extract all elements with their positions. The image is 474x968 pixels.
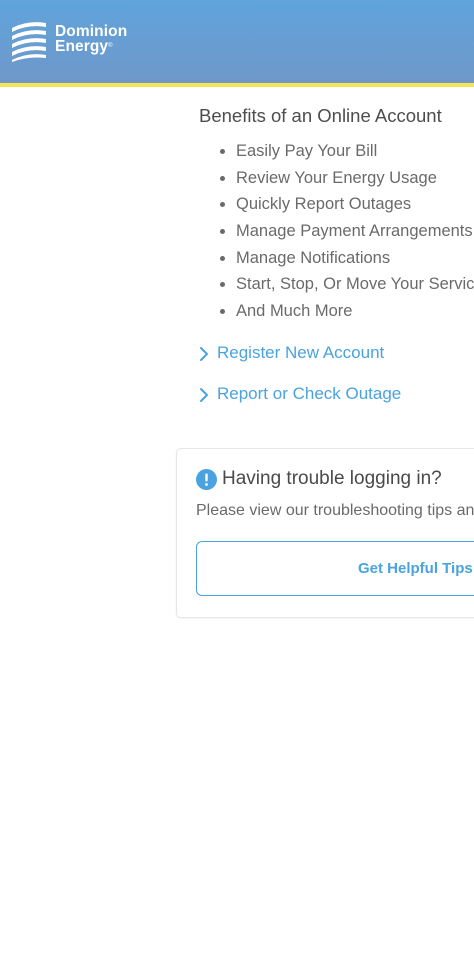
list-item-label: And Much More [236, 302, 353, 321]
register-link-label: Register New Account [217, 343, 385, 362]
outage-link-label: Report or Check Outage [217, 384, 402, 403]
list-item: Easily Pay Your Bill [220, 140, 474, 167]
bullet [220, 282, 225, 288]
list-item-label: Review Your Energy Usage [236, 168, 437, 187]
logo-wordmark: Dominion Energy® [55, 23, 128, 55]
list-item: Manage Payment Arrangements [220, 220, 474, 247]
bullet [220, 202, 225, 208]
get-helpful-tips-label: Get Helpful Tips [358, 560, 473, 577]
register-new-account-link[interactable]: Register New Account [199, 343, 459, 365]
card-title: Having trouble logging in? [222, 468, 442, 489]
list-item-label: Easily Pay Your Bill [236, 142, 378, 160]
get-helpful-tips-button[interactable]: Get Helpful Tips [196, 541, 474, 596]
list-item-label: Start, Stop, Or Move Your Service [236, 275, 474, 294]
dominion-stripes-icon [12, 22, 46, 62]
card-description: Please view our troubleshooting tips and [196, 502, 474, 519]
benefits-title: Benefits of an Online Account [199, 105, 442, 126]
list-item-label: Manage Payment Arrangements [236, 222, 473, 241]
trouble-logging-in-card: Having trouble logging in? Please view o… [176, 448, 474, 618]
site-header: Dominion Energy® [0, 0, 474, 83]
report-outage-link[interactable]: Report or Check Outage [199, 384, 459, 406]
bullet [220, 175, 225, 181]
list-item: Quickly Report Outages [220, 193, 474, 220]
logo-line-1: Dominion [55, 23, 128, 40]
chevron-right-icon [200, 388, 208, 402]
logo-line-2-text: Energy [55, 38, 109, 55]
chevron-right-icon [200, 347, 208, 361]
list-item-label: Quickly Report Outages [236, 195, 412, 214]
alert-circle-icon [196, 469, 217, 490]
registered-mark: ® [108, 43, 113, 49]
list-item: Start, Stop, Or Move Your Service [220, 273, 474, 300]
bullet [220, 309, 225, 315]
dominion-energy-logo[interactable]: Dominion Energy® [10, 18, 140, 66]
list-item: Manage Notifications [220, 247, 474, 274]
list-item: And Much More [220, 300, 474, 327]
benefits-list: Easily Pay Your Bill Review Your Energy … [220, 140, 474, 327]
bullet [220, 149, 225, 154]
list-item-label: Manage Notifications [236, 248, 391, 267]
header-accent-stripe [0, 83, 474, 87]
list-item: Review Your Energy Usage [220, 167, 474, 194]
bullet [220, 229, 225, 235]
bullet [220, 255, 225, 261]
logo-line-2: Energy® [55, 38, 127, 55]
